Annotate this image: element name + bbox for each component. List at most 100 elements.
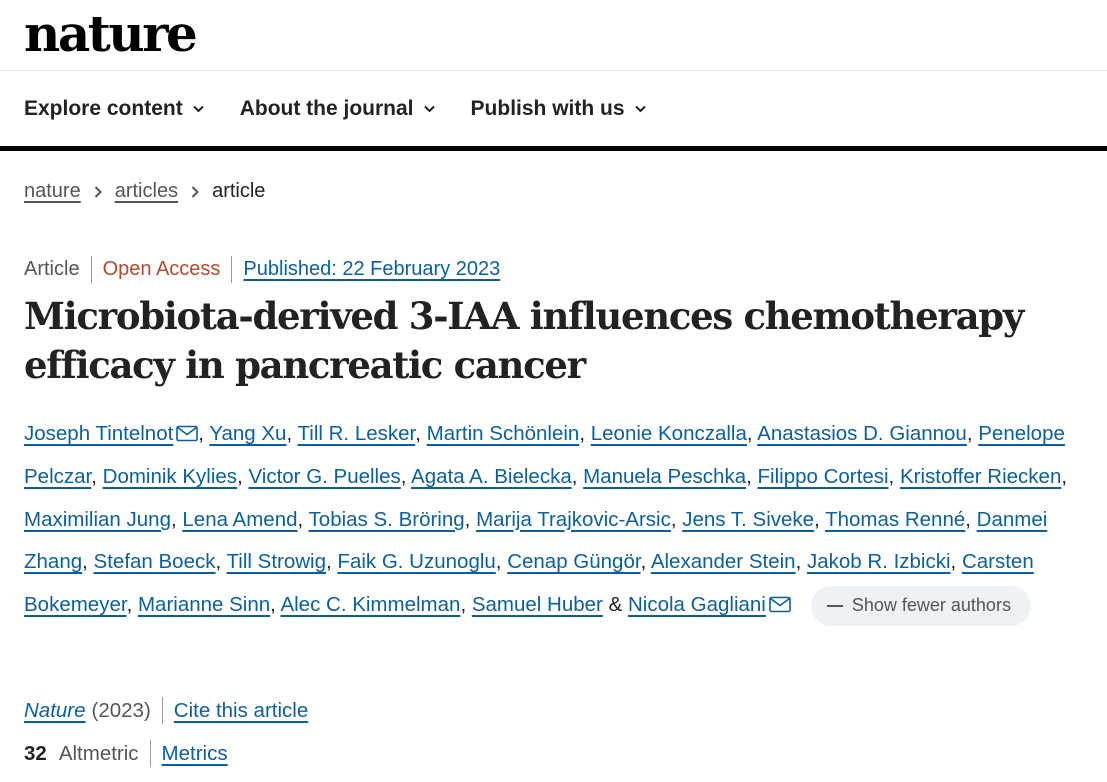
- published-date-link[interactable]: Published: 22 February 2023: [243, 258, 500, 281]
- nav-publish-label: Publish with us: [470, 96, 625, 120]
- main-nav: Explore content About the journal Publis…: [0, 71, 1107, 151]
- meta-divider: [90, 256, 92, 283]
- author-separator: ,: [415, 422, 427, 445]
- author-link[interactable]: Tobias S. Bröring: [309, 508, 465, 531]
- author-conjunction: &: [608, 593, 623, 617]
- author-link[interactable]: Anastasios D. Giannou: [757, 422, 967, 445]
- author-link[interactable]: Filippo Cortesi: [758, 465, 889, 488]
- author-link[interactable]: Stefan Boeck: [94, 550, 216, 573]
- chevron-down-icon: [423, 105, 435, 112]
- breadcrumb-home-link[interactable]: nature: [24, 180, 81, 203]
- open-access-label: Open Access: [102, 258, 221, 280]
- article-title: Microbiota-derived 3-IAA influences chem…: [24, 294, 1024, 387]
- author-link[interactable]: Agata A. Bielecka: [411, 465, 572, 488]
- nav-explore-label: Explore content: [24, 96, 183, 120]
- nav-about-journal[interactable]: About the journal: [240, 97, 435, 121]
- author-separator: ,: [495, 550, 508, 574]
- author-separator: ,: [237, 464, 249, 488]
- minus-icon: [826, 604, 843, 607]
- author-link[interactable]: Martin Schönlein: [427, 422, 580, 445]
- author-separator: ,: [286, 422, 298, 445]
- meta-divider: [161, 697, 163, 724]
- author-separator: ,: [965, 507, 977, 531]
- author-separator: ,: [326, 550, 338, 574]
- chevron-right-icon: [94, 185, 102, 198]
- nature-logo[interactable]: nature: [24, 2, 198, 66]
- mail-icon[interactable]: [769, 596, 791, 613]
- author-separator: ,: [198, 422, 210, 445]
- metrics-link[interactable]: Metrics: [162, 742, 228, 766]
- author-list: Joseph Tintelnot, Yang Xu, Till R. Leske…: [24, 413, 1084, 627]
- chevron-right-icon: [191, 185, 199, 198]
- nav-explore-content[interactable]: Explore content: [24, 97, 204, 121]
- author-separator: ,: [579, 422, 591, 445]
- mail-icon[interactable]: [176, 425, 199, 442]
- altmetric-label: Altmetric: [58, 741, 139, 765]
- author-link[interactable]: Marianne Sinn: [138, 593, 270, 616]
- author-link[interactable]: Joseph Tintelnot: [24, 422, 173, 445]
- breadcrumb-current: article: [212, 180, 266, 202]
- show-fewer-authors-button[interactable]: Show fewer authors: [810, 585, 1031, 626]
- show-fewer-label: Show fewer authors: [851, 595, 1011, 616]
- nav-about-label: About the journal: [239, 96, 414, 120]
- author-separator: ,: [1061, 464, 1068, 488]
- cite-this-article-link[interactable]: Cite this article: [174, 699, 308, 723]
- altmetric-count: 32: [24, 741, 47, 765]
- author-link[interactable]: Yang Xu: [209, 422, 286, 445]
- author-separator: ,: [746, 422, 758, 445]
- chevron-down-icon: [192, 105, 204, 112]
- author-separator: ,: [82, 550, 94, 574]
- author-link[interactable]: Jens T. Siveke: [682, 508, 814, 531]
- journal-link[interactable]: Nature: [24, 699, 86, 723]
- author-link[interactable]: Manuela Peschka: [583, 465, 746, 488]
- author-link[interactable]: Dominik Kylies: [103, 465, 237, 488]
- author-link[interactable]: Alec C. Kimmelman: [280, 593, 460, 616]
- author-link[interactable]: Cenap Güngör: [507, 550, 640, 573]
- author-link[interactable]: Thomas Renné: [825, 508, 965, 531]
- breadcrumb-articles-link[interactable]: articles: [115, 180, 178, 203]
- author-separator: ,: [814, 507, 826, 531]
- author-link[interactable]: Till R. Lesker: [298, 422, 416, 445]
- site-header: nature Explore content About the journal…: [0, 0, 1107, 151]
- author-separator: ,: [126, 593, 138, 617]
- author-link[interactable]: Maximilian Jung: [24, 508, 171, 531]
- chevron-down-icon: [634, 105, 646, 112]
- author-separator: ,: [795, 550, 807, 574]
- article-meta: Article Open Access Published: 22 Februa…: [24, 256, 500, 283]
- citation-row: Nature (2023) Cite this article: [24, 697, 308, 724]
- breadcrumb: nature articles article: [24, 180, 265, 203]
- author-separator: ,: [670, 507, 683, 531]
- article-type: Article: [24, 258, 80, 280]
- author-separator: ,: [297, 507, 309, 531]
- author-separator: ,: [460, 593, 472, 617]
- meta-divider: [231, 256, 233, 283]
- author-separator: ,: [950, 550, 962, 574]
- author-link[interactable]: Faik G. Uzunoglu: [337, 550, 495, 573]
- author-link[interactable]: Kristoffer Riecken: [900, 465, 1061, 488]
- author-link[interactable]: Lena Amend: [182, 508, 297, 531]
- author-link[interactable]: Victor G. Puelles: [248, 465, 400, 488]
- author-separator: ,: [966, 422, 979, 445]
- author-link[interactable]: Marija Trajkovic-Arsic: [476, 508, 671, 531]
- author-separator: ,: [215, 550, 227, 574]
- meta-divider: [149, 740, 151, 767]
- metrics-row: 32 Altmetric Metrics: [24, 740, 228, 767]
- citation-year: (2023): [91, 698, 151, 722]
- author-separator: ,: [91, 464, 103, 488]
- author-link[interactable]: Leonie Konczalla: [591, 422, 747, 445]
- author-link[interactable]: Jakob R. Izbicki: [807, 550, 951, 573]
- author-separator: ,: [170, 507, 183, 531]
- author-separator: ,: [464, 507, 477, 531]
- author-link[interactable]: Samuel Huber: [472, 593, 603, 616]
- logo-bar: nature: [0, 0, 1107, 71]
- author-link[interactable]: Nicola Gagliani: [628, 593, 766, 616]
- author-separator: ,: [270, 593, 281, 617]
- author-separator: ,: [571, 464, 584, 488]
- author-link[interactable]: Till Strowig: [227, 550, 326, 573]
- author-separator: ,: [746, 464, 758, 488]
- author-link[interactable]: Alexander Stein: [651, 550, 796, 573]
- author-separator: ,: [640, 550, 651, 574]
- nav-publish-with-us[interactable]: Publish with us: [471, 97, 646, 121]
- author-separator: ,: [888, 464, 900, 488]
- author-separator: ,: [400, 464, 412, 488]
